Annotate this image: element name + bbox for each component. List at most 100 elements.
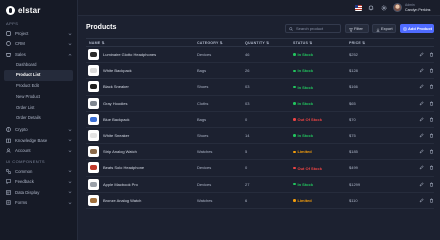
status-cell: In Stock <box>293 84 349 90</box>
sidebar-subitem-product-edit[interactable]: Product Edit <box>4 81 73 92</box>
trash-icon[interactable] <box>429 84 434 90</box>
trash-icon[interactable] <box>429 133 434 138</box>
trash-icon[interactable] <box>429 165 434 171</box>
product-name[interactable]: Apple Macbook Pro <box>103 182 138 187</box>
sidebar-subitem-order-list[interactable]: Order List <box>4 103 73 114</box>
sidebar-subitem-dashboard[interactable]: Dashboard <box>4 60 73 71</box>
status-label: Out Of Stock <box>297 165 322 171</box>
us-flag-icon[interactable] <box>355 5 362 11</box>
sidebar-item-data-display[interactable]: Data Display <box>0 187 77 198</box>
edit-pencil-icon[interactable] <box>419 68 424 73</box>
product-name[interactable]: White Sneaker <box>103 133 129 138</box>
product-category: Devices <box>197 165 212 171</box>
product-name[interactable]: Black Sneaker <box>103 84 129 89</box>
product-name[interactable]: Luminaire Giotto Headphones <box>103 52 156 57</box>
status-dot-icon <box>293 102 296 105</box>
avatar[interactable] <box>393 3 402 12</box>
table-row[interactable]: White Sneaker Shoes 14 In Stock $75 <box>86 128 434 145</box>
sidebar-item-label: Forms <box>15 200 28 206</box>
logo-text: elstar <box>18 5 41 15</box>
table-row[interactable]: Strip Analog Watch Watches 5 Limited $185 <box>86 144 434 161</box>
row-actions <box>399 181 434 187</box>
trash-icon[interactable] <box>429 101 434 106</box>
logo[interactable]: elstar <box>0 2 77 18</box>
product-name-cell: Gray Hoodies <box>86 97 197 109</box>
trash-icon[interactable] <box>429 198 434 203</box>
chevron-down-icon <box>68 32 72 36</box>
product-category: Cloths <box>197 100 209 106</box>
gear-icon[interactable] <box>381 5 387 11</box>
trash-icon[interactable] <box>429 52 434 57</box>
sidebar-item-knowledge-base[interactable]: Knowledge Base <box>0 135 77 146</box>
sidebar-item-crm[interactable]: CRM <box>0 39 77 50</box>
edit-pencil-icon[interactable] <box>419 165 424 170</box>
trash-icon[interactable] <box>429 182 434 187</box>
product-name[interactable]: Strip Analog Watch <box>103 149 137 154</box>
product-name[interactable]: White Backpack <box>103 68 132 73</box>
products-table: NAME ⇅ CATEGORY ⇅ QUANTITY ⇅ STATUS ⇅ PR… <box>86 38 434 209</box>
table-row[interactable]: White Backpack Bags 26 In Stock $128 <box>86 63 434 80</box>
product-name[interactable]: Gray Hoodies <box>103 101 127 106</box>
column-header-status[interactable]: STATUS ⇅ <box>293 41 349 45</box>
chevron-down-icon <box>68 180 72 184</box>
sidebar-item-forms[interactable]: Forms <box>0 197 77 208</box>
status-label: In Stock <box>297 84 314 90</box>
trash-icon[interactable] <box>429 68 434 74</box>
column-header-quantity[interactable]: QUANTITY ⇅ <box>245 41 293 45</box>
status-dot-icon <box>293 85 296 89</box>
table-row[interactable]: Beats Solo Headphone Devices 0 Out Of Stock… <box>86 160 434 177</box>
row-actions <box>399 165 434 171</box>
sidebar-subitem-new-product[interactable]: New Product <box>4 92 73 103</box>
search-input[interactable]: Search product <box>285 24 341 33</box>
sidebar-item-feedback[interactable]: Feedback <box>0 176 77 187</box>
edit-pencil-icon[interactable] <box>419 149 424 154</box>
add-product-button[interactable]: Add Product <box>400 24 434 33</box>
trash-icon[interactable] <box>429 117 434 122</box>
trash-icon[interactable] <box>429 149 434 154</box>
edit-pencil-icon[interactable] <box>419 198 424 203</box>
product-quantity: 46 <box>245 52 250 58</box>
edit-pencil-icon[interactable] <box>419 133 424 138</box>
product-category: Devices <box>197 181 212 187</box>
product-category: Shoes <box>197 133 209 139</box>
column-header-name[interactable]: NAME ⇅ <box>86 41 197 45</box>
table-row[interactable]: Gray Hoodies Cloths 03 In Stock $65 <box>86 96 434 112</box>
table-row[interactable]: Blue Backpack Bags 0 Out Of Stock $70 <box>86 112 434 128</box>
sidebar-subitem-order-details[interactable]: Order Details <box>4 113 73 124</box>
sidebar-item-project[interactable]: Project <box>0 28 77 39</box>
edit-pencil-icon[interactable] <box>419 117 424 122</box>
sidebar-item-sales[interactable]: Sales <box>0 49 77 60</box>
sidebar-item-common[interactable]: Common <box>0 166 77 177</box>
export-button[interactable]: Export <box>372 24 396 33</box>
edit-pencil-icon[interactable] <box>419 84 424 89</box>
product-image-icon <box>90 133 97 139</box>
table-row[interactable]: Apple Macbook Pro Devices 27 In Stock $1299 <box>86 177 434 193</box>
edit-pencil-icon[interactable] <box>419 181 424 187</box>
column-header-price[interactable]: PRICE ⇅ <box>349 41 399 45</box>
product-quantity: 5 <box>245 149 248 155</box>
filter-button[interactable]: Filter <box>345 24 369 33</box>
sidebar-item-account[interactable]: Account <box>0 145 77 156</box>
table-row[interactable]: Bronze Analog Watch Watches 6 Limited $110 <box>86 193 434 209</box>
table-row[interactable]: Black Sneaker Shoes 03 In Stock $166 <box>86 79 434 96</box>
edit-pencil-icon[interactable] <box>419 52 424 57</box>
data-display-icon <box>6 189 11 195</box>
sidebar-item-crypto[interactable]: Crypto <box>0 124 77 135</box>
table-row[interactable]: Luminaire Giotto Headphones Devices 46 In S… <box>86 47 434 64</box>
product-name[interactable]: Blue Backpack <box>103 117 129 122</box>
product-image-icon <box>90 149 97 155</box>
product-name[interactable]: Bronze Analog Watch <box>103 198 141 203</box>
edit-pencil-icon[interactable] <box>419 101 424 106</box>
product-name-cell: Luminaire Giotto Headphones <box>86 49 197 61</box>
sidebar: elstar APPS Project CRM Sales Dashboard … <box>0 0 78 240</box>
section-label-ui-components: UI COMPONENTS <box>6 158 45 164</box>
table-header: NAME ⇅ CATEGORY ⇅ QUANTITY ⇅ STATUS ⇅ PR… <box>86 38 434 47</box>
sidebar-subitem-product-list[interactable]: Product List <box>4 70 73 82</box>
product-name[interactable]: Beats Solo Headphone <box>103 165 144 170</box>
filter-button-label: Filter <box>354 26 363 31</box>
bell-icon[interactable] <box>368 5 374 11</box>
product-name-cell: Strip Analog Watch <box>86 146 197 158</box>
column-header-category[interactable]: CATEGORY ⇅ <box>197 41 245 45</box>
download-icon <box>376 27 380 32</box>
status-dot-icon <box>293 134 296 137</box>
